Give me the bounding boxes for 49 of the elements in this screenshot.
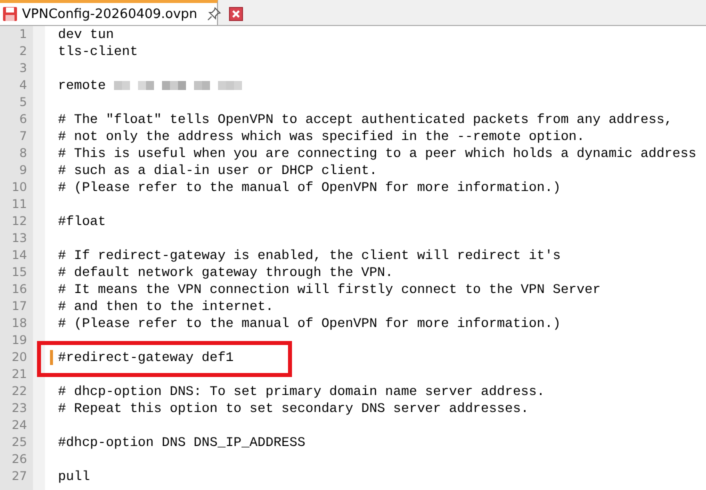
code-line: # This is useful when you are connecting to a peer which holds a dynamic address [58, 145, 696, 162]
line-number: 21 [10, 366, 28, 383]
line-number: 1 [18, 26, 28, 43]
code-line: # and then to the internet. [58, 298, 274, 315]
line-number: 4 [18, 77, 28, 94]
code-line: tls-client [58, 43, 138, 60]
code-line: # such as a dial-in user or DHCP client. [58, 162, 378, 179]
line-number: 3 [18, 60, 28, 77]
line-number: 11 [10, 196, 28, 213]
line-number: 26 [10, 451, 28, 468]
line-number: 7 [18, 128, 28, 145]
tab-title: VPNConfig-20260409.ovpn [22, 6, 198, 22]
line-number: 22 [10, 383, 28, 400]
line-number: 5 [18, 94, 28, 111]
line-number: 13 [10, 230, 28, 247]
code-line: #dhcp-option DNS DNS_IP_ADDRESS [58, 434, 306, 451]
line-number: 2 [18, 43, 28, 60]
code-line: # (Please refer to the manual of OpenVPN for more information.) [58, 179, 561, 196]
line-number: 20 [10, 349, 28, 366]
line-number: 9 [18, 162, 28, 179]
code-line: # Repeat this option to set secondary DNS server addresses. [58, 400, 529, 417]
code-line: # The "float" tells OpenVPN to accept authenticated packets from any address, [58, 111, 672, 128]
code-line: # dhcp-option DNS: To set primary domain name server address. [58, 383, 545, 400]
line-number: 23 [10, 400, 28, 417]
line-number: 16 [10, 281, 28, 298]
code-line: # (Please refer to the manual of OpenVPN for more information.) [58, 315, 561, 332]
code-line: #float [58, 213, 106, 230]
line-number: 6 [18, 111, 28, 128]
line-number: 10 [10, 179, 28, 196]
code-line: # It means the VPN connection will firstly connect to the VPN Server [58, 281, 601, 298]
code-line: # default network gateway through the VPN. [58, 264, 394, 281]
pin-icon[interactable] [207, 7, 222, 21]
close-icon[interactable] [229, 7, 244, 21]
code-line: pull [58, 468, 90, 485]
line-number: 27 [10, 468, 28, 485]
code-line: remote [58, 77, 106, 94]
line-number: 25 [10, 434, 28, 451]
line-number: 24 [10, 417, 28, 434]
line-number: 8 [18, 145, 28, 162]
line-number: 12 [10, 213, 28, 230]
code-line: # not only the address which was specified in the --remote option. [58, 128, 585, 145]
line-number: 19 [10, 332, 28, 349]
line-number: 18 [10, 315, 28, 332]
line-number: 15 [10, 264, 28, 281]
code-line: dev tun [58, 26, 114, 43]
line-number: 17 [10, 298, 28, 315]
code-line: # If redirect-gateway is enabled, the client will redirect it's [58, 247, 561, 264]
line-number: 14 [10, 247, 28, 264]
code-line: #redirect-gateway def1 [58, 349, 234, 366]
